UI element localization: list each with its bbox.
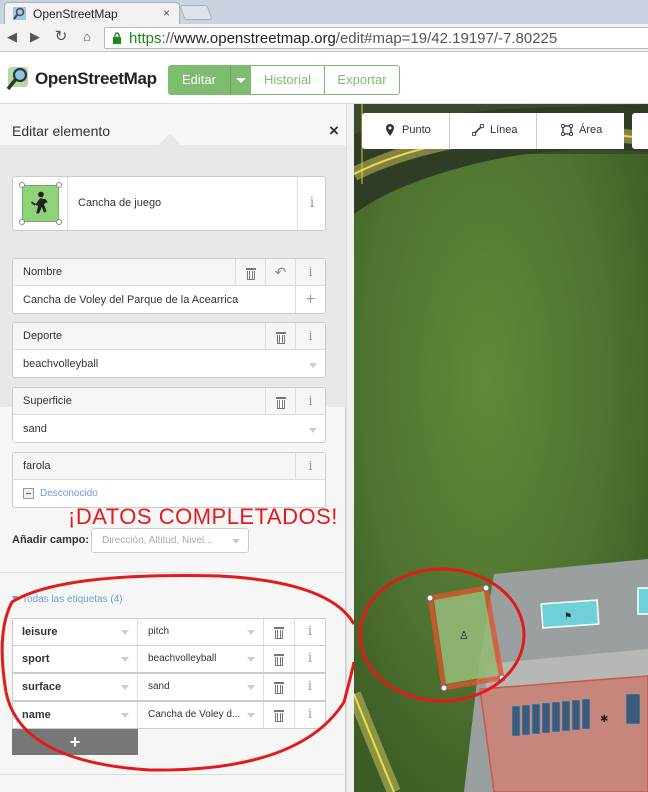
- delete-field-button[interactable]: [265, 323, 295, 350]
- trash-icon: [245, 267, 256, 280]
- field-info-icon[interactable]: i: [295, 259, 325, 286]
- lit-checkbox-label[interactable]: Desconocido: [40, 488, 98, 499]
- field-info-icon[interactable]: i: [295, 453, 325, 480]
- area-icon: [561, 124, 573, 136]
- name-input[interactable]: Cancha de Voley del Parque de la Acearri…: [23, 294, 238, 306]
- annotation-ellipse: [0, 574, 354, 772]
- back-icon[interactable]: ◀: [4, 29, 20, 45]
- satellite-imagery: ⚑ ✱ ♙: [354, 104, 648, 792]
- chevron-down-icon: [232, 539, 240, 544]
- point-icon: [386, 124, 394, 136]
- field-lit: farola i Desconocido: [12, 452, 326, 508]
- export-button[interactable]: Exportar: [324, 65, 400, 95]
- field-header: farola i: [13, 453, 325, 480]
- trash-icon: [275, 396, 286, 409]
- preset-button[interactable]: Cancha de juego i: [12, 176, 326, 231]
- browser-tab-bar: OpenStreetMap ×: [0, 0, 648, 24]
- brand-name[interactable]: OpenStreetMap: [35, 69, 157, 89]
- add-localized-name-button[interactable]: +: [295, 286, 325, 313]
- field-info-icon[interactable]: i: [295, 323, 325, 350]
- field-label: Superficie: [23, 395, 72, 407]
- map-view[interactable]: ⚑ ✱ ♙: [354, 104, 648, 792]
- edit-button[interactable]: Editar: [168, 65, 230, 95]
- field-label: Deporte: [23, 330, 63, 342]
- browser-toolbar: ◀ ▶ ↻ ⌂ https://www.openstreetmap.org/ed…: [0, 24, 648, 52]
- osm-favicon-icon: [13, 7, 26, 20]
- forward-icon[interactable]: ▶: [27, 29, 43, 45]
- edit-dropdown-button[interactable]: [230, 65, 250, 95]
- svg-text:✱: ✱: [600, 714, 608, 725]
- osm-logo-icon[interactable]: [6, 65, 32, 91]
- svg-text:♙: ♙: [459, 629, 469, 642]
- add-field-placeholder: Dirección, Altitud, Nivel...: [102, 535, 213, 546]
- new-tab-button[interactable]: [179, 5, 213, 20]
- lit-checkbox[interactable]: [23, 488, 34, 499]
- history-button[interactable]: Historial: [250, 65, 325, 95]
- preset-info-icon[interactable]: i: [297, 177, 326, 230]
- line-icon: [472, 124, 484, 136]
- delete-field-button[interactable]: [235, 259, 265, 286]
- field-info-icon[interactable]: i: [295, 388, 325, 415]
- tab-title: OpenStreetMap: [33, 7, 118, 21]
- add-line-button[interactable]: Línea: [450, 113, 537, 149]
- add-point-button[interactable]: Punto: [362, 113, 450, 149]
- lock-icon: [113, 32, 121, 44]
- add-field-combo[interactable]: Dirección, Altitud, Nivel...: [91, 528, 249, 553]
- reload-icon[interactable]: ↻: [53, 29, 69, 45]
- chevron-down-icon: [236, 78, 246, 83]
- url-text: https://www.openstreetmap.org/edit#map=1…: [129, 30, 558, 47]
- surface-combo[interactable]: sand: [23, 423, 47, 435]
- chevron-down-icon[interactable]: [309, 428, 317, 433]
- field-name: Nombre ↶ i Cancha de Voley del Parque de…: [12, 258, 326, 314]
- field-header: Nombre ↶ i: [13, 259, 325, 286]
- delete-field-button[interactable]: [265, 388, 295, 415]
- field-surface: Superficie i sand: [12, 387, 326, 443]
- field-label: farola: [23, 460, 51, 472]
- add-area-button[interactable]: Área: [537, 113, 624, 149]
- field-sport: Deporte i beachvolleyball: [12, 322, 326, 378]
- preset-icon-box: [13, 177, 68, 230]
- annotation-text: ¡DATOS COMPLETADOS!: [68, 504, 338, 529]
- tab-close-icon[interactable]: ×: [163, 6, 170, 20]
- preset-label: Cancha de juego: [78, 197, 162, 209]
- map-toolbar-overflow[interactable]: [632, 113, 648, 149]
- osm-header: OpenStreetMap Editar Historial Exportar: [0, 52, 648, 104]
- chevron-down-icon[interactable]: [309, 363, 317, 368]
- browser-tab[interactable]: OpenStreetMap ×: [4, 2, 180, 24]
- address-bar[interactable]: https://www.openstreetmap.org/edit#map=1…: [104, 27, 648, 49]
- home-icon[interactable]: ⌂: [79, 29, 95, 45]
- add-field-label: Añadir campo:: [12, 534, 90, 546]
- undo-icon[interactable]: ↶: [265, 259, 295, 286]
- field-header: Superficie i: [13, 388, 325, 415]
- field-header: Deporte i: [13, 323, 325, 350]
- trash-icon: [275, 331, 286, 344]
- sidebar-title: Editar elemento: [12, 123, 111, 139]
- sport-combo[interactable]: beachvolleyball: [23, 358, 98, 370]
- svg-text:⚑: ⚑: [564, 612, 572, 622]
- field-label: Nombre: [23, 266, 63, 278]
- pitch-preset-icon: [19, 182, 62, 225]
- close-icon[interactable]: ×: [329, 121, 339, 141]
